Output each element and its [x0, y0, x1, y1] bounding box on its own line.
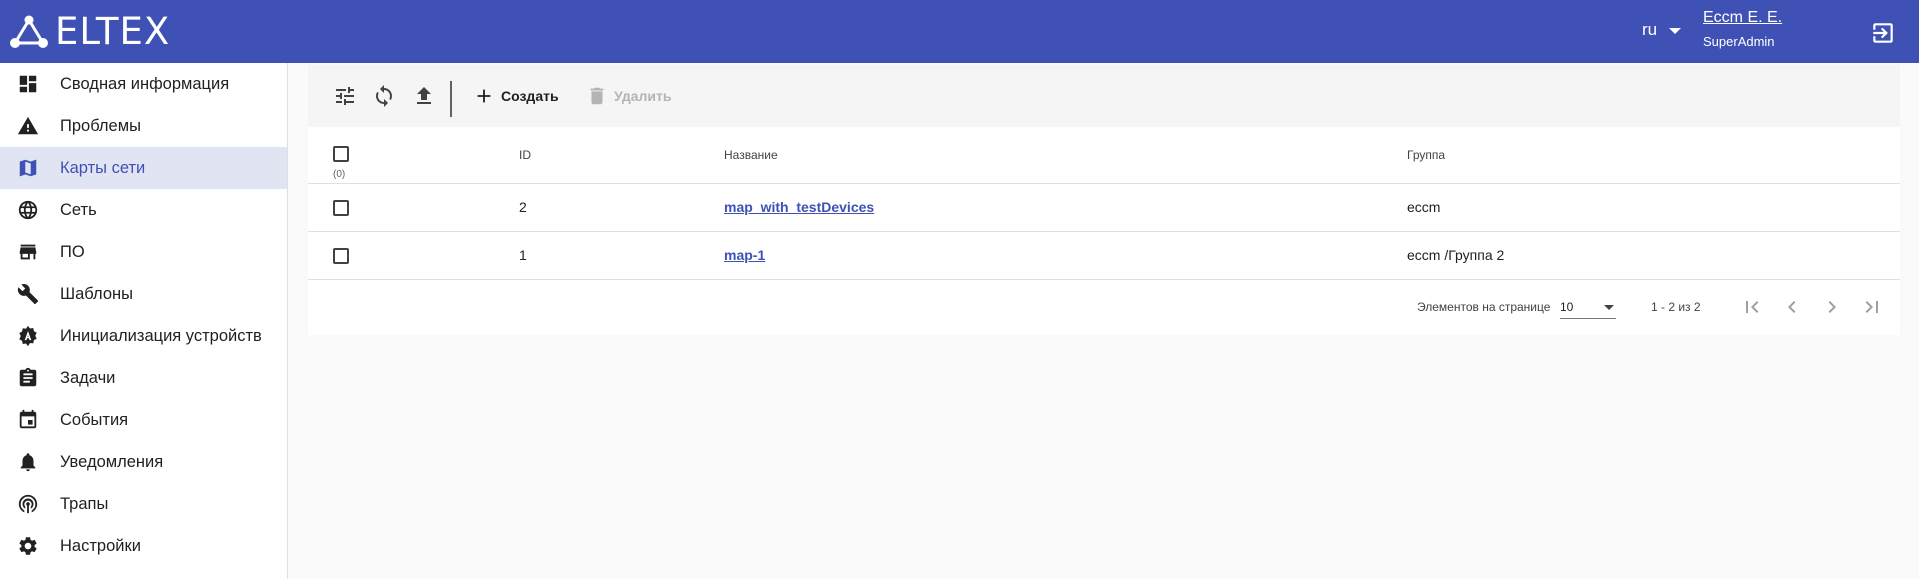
column-header-id[interactable]: ID [519, 148, 531, 162]
language-select[interactable]: ru [1642, 20, 1682, 40]
calendar-icon [19, 409, 37, 429]
network-maps-panel: Создать Удалить (0) ID Название Группа 2… [308, 65, 1900, 335]
table-row: 1 map-1 eccm /Группа 2 [308, 232, 1900, 280]
sidebar-item-label: Инициализация устройств [60, 326, 262, 345]
first-page-icon[interactable] [1740, 295, 1764, 319]
delete-button-label: Удалить [614, 88, 672, 104]
sidebar-item-label: Сеть [60, 200, 97, 219]
row-group: eccm /Группа 2 [1407, 247, 1505, 263]
store-icon [19, 244, 37, 260]
sidebar-item-events[interactable]: События [0, 399, 287, 441]
items-per-page-value: 10 [1560, 300, 1574, 314]
row-name-link[interactable]: map_with_testDevices [724, 199, 874, 215]
row-id: 2 [519, 199, 527, 215]
table-header-row: (0) ID Название Группа [308, 127, 1900, 184]
sidebar-item-templates[interactable]: Шаблоны [0, 273, 287, 315]
sidebar-item-label: Уведомления [60, 452, 164, 471]
items-per-page-select[interactable]: 10 [1560, 295, 1616, 319]
sidebar-item-label: Проблемы [60, 116, 141, 135]
chevron-down-icon [1669, 28, 1682, 34]
user-info: Eccm E. E. SuperAdmin [1703, 8, 1782, 49]
row-checkbox[interactable] [333, 248, 349, 264]
user-name-link[interactable]: Eccm E. E. [1703, 8, 1782, 28]
sidebar-item-network[interactable]: Сеть [0, 189, 287, 231]
sidebar-item-label: Задачи [60, 368, 116, 387]
sidebar-item-label: Сводная информация [60, 74, 230, 93]
column-header-name[interactable]: Название [724, 148, 778, 162]
upload-icon[interactable] [412, 84, 436, 108]
language-value: ru [1642, 20, 1658, 39]
refresh-icon[interactable] [372, 84, 396, 108]
bell-icon [20, 453, 36, 472]
warning-icon [17, 116, 39, 135]
sidebar-item-notifications[interactable]: Уведомления [0, 441, 287, 483]
sidebar-item-tasks[interactable]: Задачи [0, 357, 287, 399]
row-group: eccm [1407, 199, 1441, 215]
table-row: 2 map_with_testDevices eccm [308, 184, 1900, 232]
chevron-down-icon [1604, 305, 1614, 310]
logout-icon[interactable] [1870, 20, 1896, 46]
sidebar-item-software[interactable]: ПО [0, 231, 287, 273]
sidebar-item-label: Трапы [60, 494, 109, 513]
sidebar-item-summary[interactable]: Сводная информация [0, 63, 287, 105]
last-page-icon[interactable] [1860, 295, 1884, 319]
plus-icon [477, 89, 491, 103]
clipboard-icon [19, 367, 37, 387]
signal-icon [18, 494, 38, 514]
sidebar-item-problems[interactable]: Проблемы [0, 105, 287, 147]
dashboard-icon [19, 75, 37, 93]
globe-icon [18, 200, 38, 220]
trash-icon [590, 87, 604, 105]
eltex-logo-icon [10, 15, 48, 48]
toolbar-divider [450, 81, 452, 117]
wrench-icon [17, 284, 39, 305]
gear-icon [19, 537, 37, 555]
row-id: 1 [519, 247, 527, 263]
create-button[interactable]: Создать [473, 84, 559, 108]
previous-page-icon[interactable] [1780, 295, 1804, 319]
row-name-link[interactable]: map-1 [724, 247, 765, 263]
delete-button[interactable]: Удалить [586, 84, 671, 108]
sidebar-item-settings[interactable]: Настройки [0, 525, 287, 567]
gear-a-icon [19, 325, 37, 347]
map-icon [19, 159, 37, 177]
app-header: ELTEX ru Eccm E. E. SuperAdmin [0, 0, 1919, 63]
user-role: SuperAdmin [1703, 34, 1775, 49]
select-all-checkbox[interactable] [333, 146, 349, 162]
sidebar-item-label: Настройки [60, 536, 141, 555]
create-button-label: Создать [501, 88, 559, 104]
toolbar: Создать Удалить [308, 65, 1900, 127]
logo-text: ELTEX [55, 10, 171, 53]
sidebar-item-label: События [60, 410, 129, 429]
page-range: 1 - 2 из 2 [1651, 300, 1701, 314]
paginator: Элементов на странице 10 1 - 2 из 2 [308, 281, 1900, 335]
sidebar-item-label: Карты сети [60, 158, 146, 177]
sidebar: Сводная информация Проблемы Карты сети С… [0, 63, 288, 579]
sidebar-item-device-init[interactable]: Инициализация устройств [0, 315, 287, 357]
maps-table: (0) ID Название Группа 2 map_with_testDe… [308, 127, 1900, 280]
sidebar-item-label: Шаблоны [60, 284, 133, 303]
filter-settings-icon[interactable] [333, 84, 357, 108]
sidebar-item-label: ПО [60, 242, 85, 261]
selected-count: (0) [333, 169, 346, 180]
sidebar-item-traps[interactable]: Трапы [0, 483, 287, 525]
sidebar-item-network-maps[interactable]: Карты сети [0, 147, 287, 189]
row-checkbox[interactable] [333, 200, 349, 216]
eltex-logo[interactable]: ELTEX [9, 13, 170, 51]
items-per-page-label: Элементов на странице [1417, 300, 1551, 314]
next-page-icon[interactable] [1820, 295, 1844, 319]
column-header-group[interactable]: Группа [1407, 148, 1445, 162]
